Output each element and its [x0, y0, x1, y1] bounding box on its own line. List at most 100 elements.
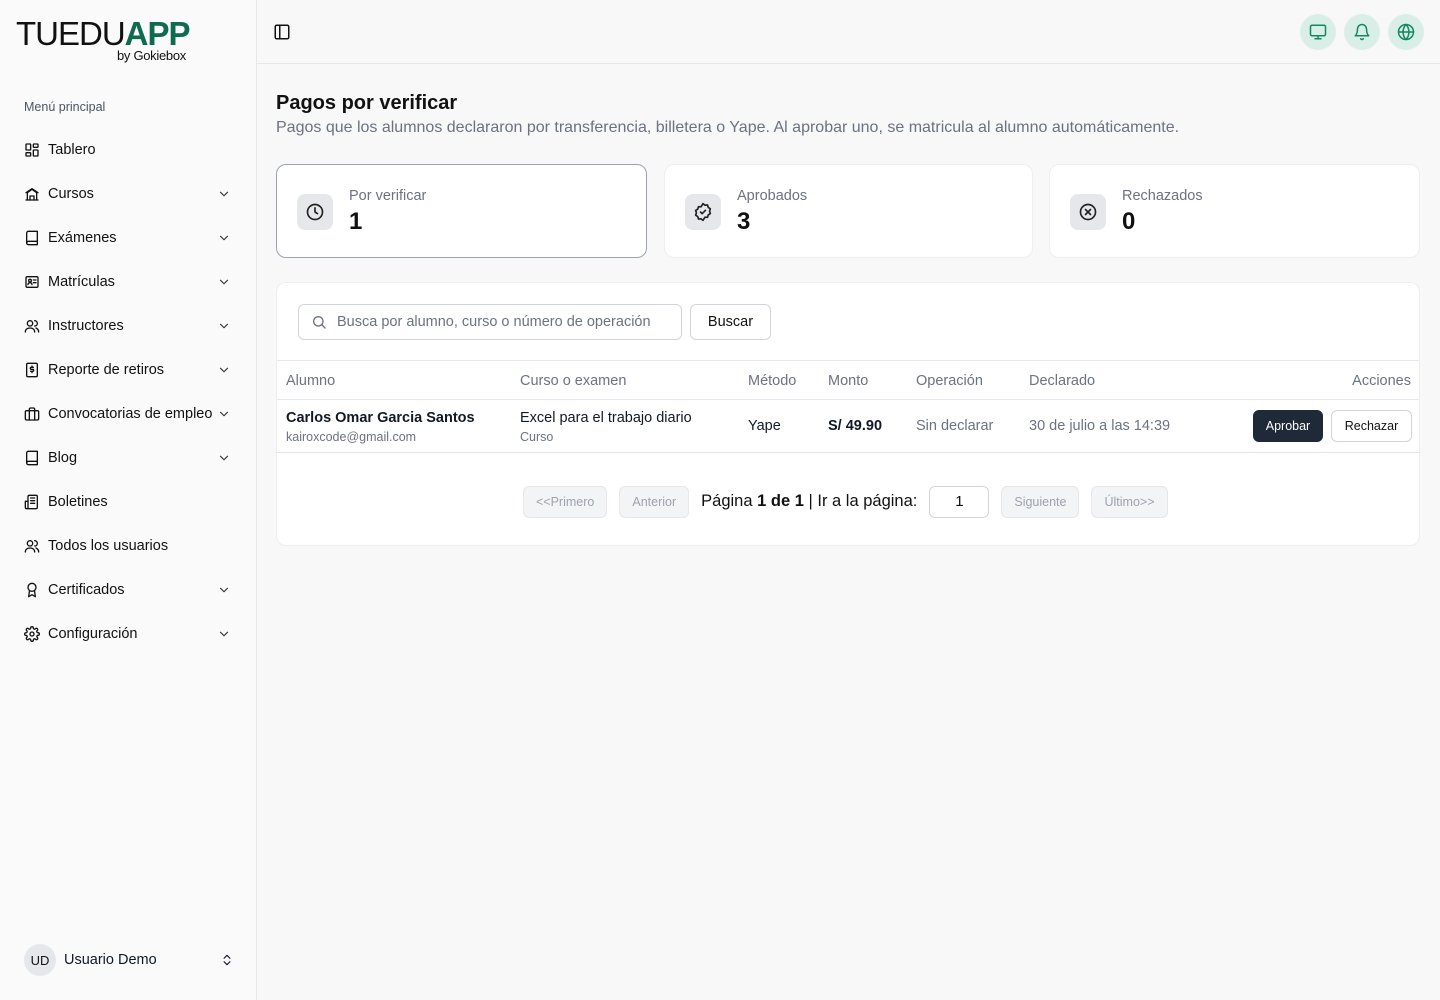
page-current-total: 1 de 1	[757, 492, 804, 510]
stat-card-aprobados[interactable]: Aprobados 3	[664, 164, 1033, 258]
language-button[interactable]	[1388, 14, 1424, 50]
search-input[interactable]	[337, 314, 677, 330]
menu-heading: Menú principal	[24, 100, 106, 114]
sidebar-item-reporte-retiros[interactable]: Reporte de retiros	[16, 348, 241, 392]
student-email: kairoxcode@gmail.com	[286, 430, 417, 444]
sidebar-item-examenes[interactable]: Exámenes	[16, 216, 241, 260]
payments-card: Buscar Alumno Curso o examen Método Mont…	[276, 282, 1420, 546]
briefcase-icon	[24, 407, 40, 421]
sidebar-item-cursos[interactable]: Cursos	[16, 172, 241, 216]
sidebar-item-label: Convocatorias de empleo	[48, 406, 213, 422]
column-header-acciones: Acciones	[1352, 373, 1411, 389]
chevron-down-icon	[219, 323, 229, 329]
last-page-button[interactable]: Último>>	[1091, 485, 1168, 518]
sidebar-item-convocatorias[interactable]: Convocatorias de empleo	[16, 392, 241, 436]
stat-card-por-verificar[interactable]: Por verificar 1	[276, 164, 647, 258]
sidebar-item-label: Matrículas	[48, 274, 115, 290]
chevron-down-icon	[219, 455, 229, 461]
sidebar-item-boletines[interactable]: Boletines	[16, 480, 241, 524]
table-header: Alumno Curso o examen Método Monto Opera…	[277, 360, 1419, 400]
sidebar-item-todos-usuarios[interactable]: Todos los usuarios	[16, 524, 241, 568]
money-report-icon	[26, 362, 38, 378]
search-icon	[313, 316, 326, 329]
page-word: Página	[701, 492, 753, 510]
column-header-curso: Curso o examen	[520, 373, 627, 389]
payment-amount: S/ 49.90	[828, 418, 883, 434]
chevron-down-icon	[219, 235, 229, 241]
chevron-down-icon	[219, 411, 229, 417]
stat-value: 1	[349, 208, 363, 235]
users-icon	[24, 320, 40, 333]
column-header-metodo: Método	[748, 373, 797, 389]
goto-page-input[interactable]	[929, 485, 990, 518]
gear-icon	[24, 626, 40, 642]
stat-label: Rechazados	[1122, 188, 1203, 204]
chevron-down-icon	[219, 191, 229, 197]
page-info: Página 1 de 1 | Ir a la página:	[701, 492, 917, 511]
goto-label: | Ir a la página:	[808, 492, 918, 510]
prev-page-button[interactable]: Anterior	[619, 485, 690, 518]
course-name: Excel para el trabajo diario	[520, 410, 692, 426]
sidebar-item-label: Blog	[48, 450, 78, 466]
sidebar-item-label: Reporte de retiros	[48, 362, 165, 378]
sidebar-nav: Tablero Cursos Exámenes Matrículas Instr…	[16, 128, 241, 656]
logo-subtitle: by Gokiebox	[117, 48, 186, 63]
declared-date: 30 de julio a las 14:39	[1029, 418, 1171, 434]
logo-wordmark: TUEDU APP	[16, 15, 191, 52]
avatar: UD	[24, 944, 56, 976]
next-page-button[interactable]: Siguiente	[1001, 485, 1080, 518]
enrollment-icon	[25, 276, 39, 288]
notifications-button[interactable]	[1344, 14, 1380, 50]
stat-label: Aprobados	[737, 188, 808, 204]
pagination: <<Primero Anterior Página 1 de 1 | Ir a …	[523, 485, 1168, 518]
monitor-button[interactable]	[1300, 14, 1336, 50]
column-header-operacion: Operación	[916, 373, 983, 389]
topbar-actions	[1300, 14, 1424, 50]
operation-number: Sin declarar	[916, 418, 994, 434]
student-name: Carlos Omar Garcia Santos	[286, 410, 475, 426]
logo-text-part1: TUEDU	[16, 15, 126, 52]
stat-card-rechazados[interactable]: Rechazados 0	[1049, 164, 1420, 258]
user-name: Usuario Demo	[64, 952, 157, 968]
search-button[interactable]: Buscar	[690, 304, 771, 340]
sidebar-item-configuracion[interactable]: Configuración	[16, 612, 241, 656]
bell-icon	[1354, 23, 1370, 41]
column-header-monto: Monto	[828, 373, 869, 389]
chevron-down-icon	[219, 631, 229, 637]
brand-logo[interactable]: TUEDU APP by Gokiebox	[16, 16, 216, 66]
reject-button[interactable]: Rechazar	[1331, 410, 1412, 442]
newsletter-icon	[24, 494, 38, 510]
clock-icon	[306, 203, 324, 221]
award-icon	[27, 582, 37, 598]
user-menu[interactable]: UD Usuario Demo	[24, 944, 234, 976]
chevrons-up-down-icon	[223, 954, 231, 966]
stat-value: 0	[1122, 208, 1136, 235]
search-box[interactable]	[298, 304, 682, 340]
dashboard-icon	[25, 143, 39, 157]
sidebar-item-label: Exámenes	[48, 230, 117, 246]
first-page-button[interactable]: <<Primero	[523, 485, 608, 518]
check-badge-icon	[694, 202, 712, 222]
book-icon	[26, 450, 38, 466]
sidebar-item-certificados[interactable]: Certificados	[16, 568, 241, 612]
sidebar-toggle-icon[interactable]	[273, 23, 291, 41]
sidebar-item-label: Instructores	[48, 318, 124, 334]
table-row: Carlos Omar Garcia Santos kairoxcode@gma…	[277, 400, 1419, 453]
sidebar-item-label: Configuración	[48, 626, 138, 642]
sidebar-item-tablero[interactable]: Tablero	[16, 128, 241, 172]
courses-icon	[25, 188, 39, 201]
globe-icon	[1397, 23, 1415, 41]
column-header-alumno: Alumno	[286, 373, 336, 389]
chevron-down-icon	[219, 279, 229, 285]
users-icon	[24, 540, 40, 553]
logo-text-part2: APP	[124, 15, 191, 52]
sidebar-item-matriculas[interactable]: Matrículas	[16, 260, 241, 304]
stat-icon-box	[685, 194, 721, 230]
topbar	[257, 0, 1440, 64]
stat-icon-box	[297, 194, 333, 230]
sidebar-item-blog[interactable]: Blog	[16, 436, 241, 480]
approve-button[interactable]: Aprobar	[1253, 410, 1323, 442]
sidebar: TUEDU APP by Gokiebox Menú principal Tab…	[0, 0, 257, 1000]
sidebar-item-instructores[interactable]: Instructores	[16, 304, 241, 348]
stat-icon-box	[1070, 194, 1106, 230]
